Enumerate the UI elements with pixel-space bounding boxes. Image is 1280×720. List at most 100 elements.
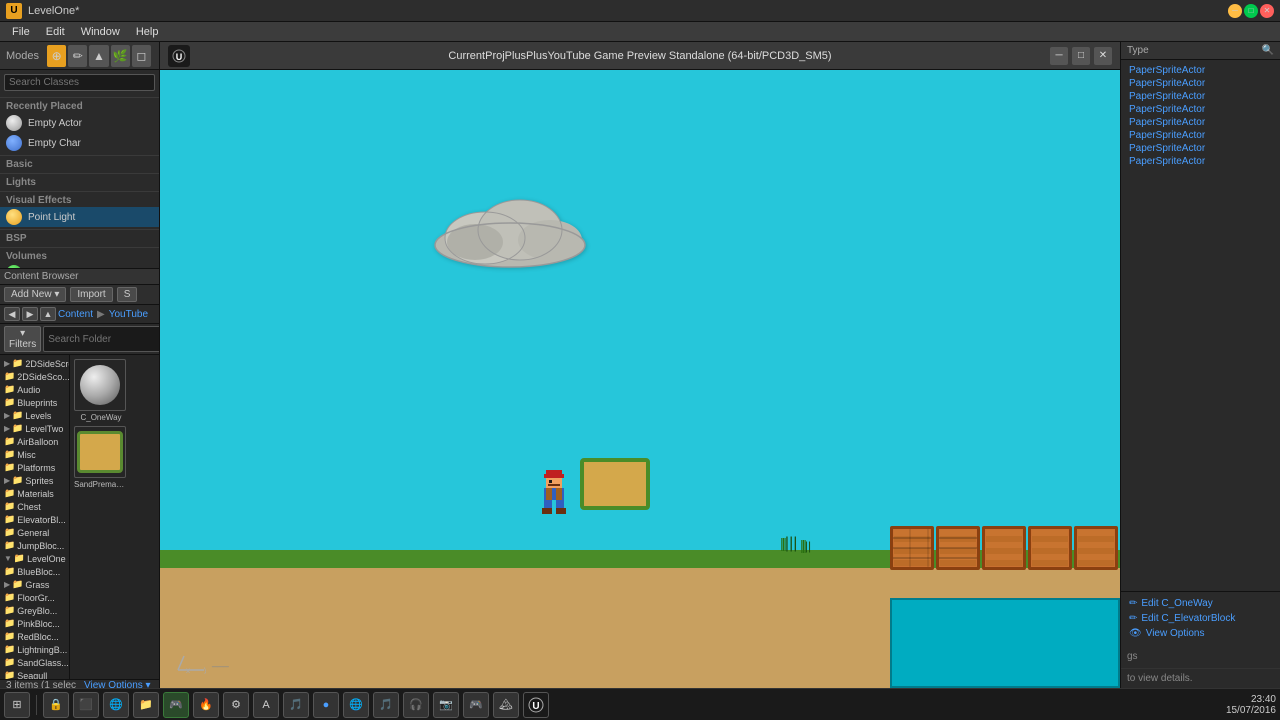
menubar: File Edit Window Help (0, 22, 1280, 42)
rp-type-3[interactable]: PaperSpriteActor (1125, 103, 1276, 116)
close-button[interactable]: ✕ (1260, 4, 1274, 18)
brick-block-1 (890, 526, 934, 570)
rp-search-icon[interactable]: 🔍 (1262, 45, 1274, 56)
taskbar-lock[interactable]: 🔒 (43, 692, 69, 718)
paint-mode-icon[interactable]: ✏ (68, 45, 87, 67)
class-item-empty-char[interactable]: Empty Char (0, 133, 159, 153)
sphere-preview (80, 365, 120, 405)
save-button[interactable]: S (117, 287, 138, 302)
place-mode-icon[interactable]: ⊕ (47, 45, 66, 67)
tree-item-seagull[interactable]: 📁Seagull (2, 669, 67, 679)
tree-item-greyblock[interactable]: 📁GreyBlo... (2, 604, 67, 617)
cb-search-area: ▾ Filters ⊞ (0, 324, 159, 355)
landscape-mode-icon[interactable]: ▲ (89, 45, 108, 67)
taskbar-explorer[interactable]: ⬛ (73, 692, 99, 718)
tree-item-sprites[interactable]: ▶📁Sprites (2, 474, 67, 487)
cb-search-input[interactable] (43, 326, 160, 352)
tree-item-leveltwo[interactable]: ▶📁LevelTwo (2, 422, 67, 435)
taskbar-game1[interactable]: 🎮 (163, 692, 189, 718)
breadcrumb-youtube[interactable]: YouTube (109, 309, 148, 320)
viewport: U CurrentProjPlusPlusYouTube Game Previe… (160, 42, 1120, 688)
menu-help[interactable]: Help (128, 24, 167, 40)
bsp-label: BSP (0, 229, 159, 245)
taskbar-mountain[interactable]: 🏔 (493, 692, 519, 718)
tree-item-platforms[interactable]: 📁Platforms (2, 461, 67, 474)
taskbar-a[interactable]: A (253, 692, 279, 718)
tree-item-general[interactable]: 📁General (2, 526, 67, 539)
menu-file[interactable]: File (4, 24, 38, 40)
tree-item-elevatorbl[interactable]: 📁ElevatorBl... (2, 513, 67, 526)
viewport-minimize-btn[interactable]: ─ (1050, 47, 1068, 65)
import-button[interactable]: Import (70, 287, 112, 302)
nav-forward-button[interactable]: ▶ (22, 307, 38, 321)
tree-item-floorgr[interactable]: 📁FloorGr... (2, 591, 67, 604)
cb-statusbar: 3 items (1 selec View Options ▾ (0, 679, 159, 688)
tree-item-redblock[interactable]: 📁RedBloc... (2, 630, 67, 643)
foliage-mode-icon[interactable]: 🌿 (111, 45, 130, 67)
brick-block-5 (1074, 526, 1118, 570)
nav-back-button[interactable]: ◀ (4, 307, 20, 321)
empty-char-icon (6, 135, 22, 151)
tree-item-lightning[interactable]: 📁LightningB... (2, 643, 67, 656)
tree-item-jumpblock[interactable]: 📁JumpBloc... (2, 539, 67, 552)
taskbar-web[interactable]: 🌐 (343, 692, 369, 718)
tree-item-chest[interactable]: 📁Chest (2, 500, 67, 513)
taskbar-game2[interactable]: 🎮 (463, 692, 489, 718)
grass-tuft-2: || (800, 537, 811, 553)
nav-up-button[interactable]: ▲ (40, 307, 56, 321)
taskbar-music[interactable]: 🎵 (283, 692, 309, 718)
class-item-point-light[interactable]: Point Light (0, 207, 159, 227)
rp-type-5[interactable]: PaperSpriteActor (1125, 129, 1276, 142)
taskbar-fire[interactable]: 🔥 (193, 692, 219, 718)
taskbar-unreal[interactable]: U (523, 692, 549, 718)
geometry-mode-icon[interactable]: ◻ (132, 45, 151, 67)
breadcrumb-content[interactable]: Content (58, 309, 93, 320)
rp-type-0[interactable]: PaperSpriteActor (1125, 64, 1276, 77)
tree-item-blueblock[interactable]: 📁BlueBloc... (2, 565, 67, 578)
edit-icon: ✏ (1129, 598, 1137, 609)
taskbar-music2[interactable]: 🎵 (373, 692, 399, 718)
class-item-empty-actor[interactable]: Empty Actor (0, 113, 159, 133)
taskbar-start[interactable]: ⊞ (4, 692, 30, 718)
viewport-close-btn[interactable]: ✕ (1094, 47, 1112, 65)
view-options-btn[interactable]: View Options ▾ (84, 680, 151, 688)
taskbar-blue-circle[interactable]: ● (313, 692, 339, 718)
tree-item-audio[interactable]: 📁Audio (2, 383, 67, 396)
svg-text:x: x (186, 666, 190, 674)
view-options-btn[interactable]: 👁 View Options (1125, 626, 1276, 641)
tree-item-levels[interactable]: ▶📁Levels (2, 409, 67, 422)
taskbar-camera[interactable]: 📷 (433, 692, 459, 718)
class-search-input[interactable] (4, 74, 155, 91)
cb-toolbar: Add New ▾ Import S (0, 285, 159, 305)
tree-item-blueprints[interactable]: 📁Blueprints (2, 396, 67, 409)
edit-coneway-btn[interactable]: ✏ Edit C_OneWay (1125, 596, 1276, 611)
viewport-maximize-btn[interactable]: □ (1072, 47, 1090, 65)
taskbar-gear[interactable]: ⚙ (223, 692, 249, 718)
tree-item-2dside[interactable]: 📁2DSideSco... (2, 370, 67, 383)
tree-item-misc[interactable]: 📁Misc (2, 448, 67, 461)
tree-item-grass[interactable]: ▶📁Grass (2, 578, 67, 591)
taskbar-headphones[interactable]: 🎧 (403, 692, 429, 718)
cb-item-sandpremade[interactable]: SandPremade_Platforms_Sprite (74, 426, 130, 489)
rp-type-6[interactable]: PaperSpriteActor (1125, 142, 1276, 155)
edit-elevator-btn[interactable]: ✏ Edit C_ElevatorBlock (1125, 611, 1276, 626)
menu-edit[interactable]: Edit (38, 24, 73, 40)
add-new-button[interactable]: Add New ▾ (4, 287, 66, 302)
rp-type-7[interactable]: PaperSpriteActor (1125, 155, 1276, 168)
tree-item-levelone[interactable]: ▼📁LevelOne (2, 552, 67, 565)
tree-item-sandglass[interactable]: 📁SandGlass... (2, 656, 67, 669)
tree-item-airballoon[interactable]: 📁AirBalloon (2, 435, 67, 448)
tree-item-materials[interactable]: 📁Materials (2, 487, 67, 500)
rp-type-1[interactable]: PaperSpriteActor (1125, 77, 1276, 90)
menu-window[interactable]: Window (73, 24, 128, 40)
rp-type-2[interactable]: PaperSpriteActor (1125, 90, 1276, 103)
taskbar-files[interactable]: 📁 (133, 692, 159, 718)
taskbar-browser[interactable]: 🌐 (103, 692, 129, 718)
tree-item-2dscroll[interactable]: ▶📁2DSideScro... (2, 357, 67, 370)
maximize-button[interactable]: □ (1244, 4, 1258, 18)
tree-item-pinkblock[interactable]: 📁PinkBloc... (2, 617, 67, 630)
minimize-button[interactable]: ─ (1228, 4, 1242, 18)
filters-button[interactable]: ▾ Filters (4, 326, 41, 352)
rp-type-4[interactable]: PaperSpriteActor (1125, 116, 1276, 129)
cb-item-coneway[interactable]: C_OneWay (74, 359, 130, 422)
